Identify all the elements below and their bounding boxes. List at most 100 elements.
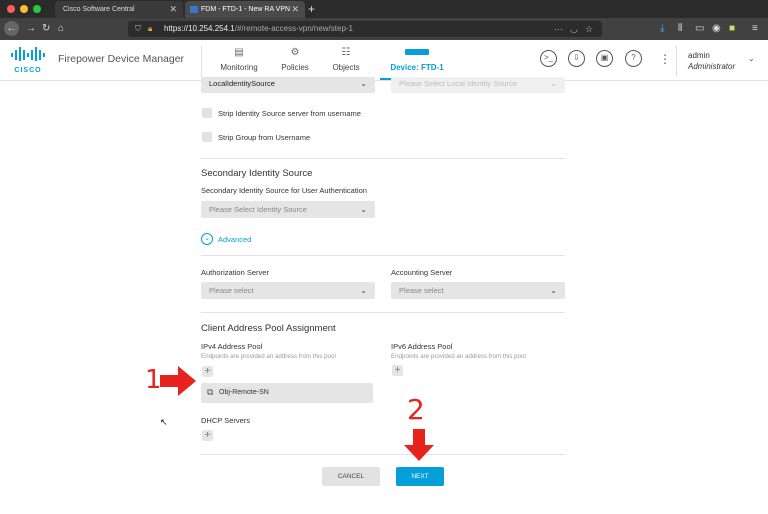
- authorization-server-select[interactable]: Please select ⌄: [201, 282, 375, 299]
- url-path: /#/remote-access-vpn/new/step-1: [234, 24, 354, 33]
- close-window-button[interactable]: [7, 5, 15, 13]
- cancel-button[interactable]: CANCEL: [322, 467, 380, 486]
- browser-tab-cisco-software-central[interactable]: Cisco Software Central ✕: [55, 1, 183, 18]
- dhcp-servers-label: DHCP Servers: [201, 416, 251, 425]
- header-divider: [201, 46, 202, 76]
- add-ipv6-pool-button[interactable]: +: [392, 365, 403, 376]
- tab-label: FDM - FTD-1 - New RA VPN: [201, 6, 291, 13]
- right-arrow-icon: [160, 366, 196, 396]
- nav-label: Device: FTD-1: [390, 63, 444, 72]
- chevron-down-icon: ⌄: [360, 79, 367, 88]
- strip-identity-source-label: Strip Identity Source server from userna…: [218, 109, 361, 118]
- cli-console-button[interactable]: >_: [540, 50, 557, 67]
- sidebar-icon[interactable]: ▭: [695, 22, 704, 36]
- select-placeholder: Please Select Identity Source: [209, 205, 307, 214]
- next-button[interactable]: NEXT: [396, 467, 444, 486]
- chevron-down-icon: ⌄: [550, 79, 557, 88]
- nav-monitoring[interactable]: ▤ Monitoring: [214, 46, 264, 80]
- network-object-icon: ⧉: [207, 387, 214, 397]
- browser-tab-fdm[interactable]: FDM - FTD-1 - New RA VPN ✕: [185, 1, 305, 18]
- nav-label: Policies: [281, 63, 309, 72]
- app-title: Firepower Device Manager: [58, 53, 185, 65]
- browser-titlebar: Cisco Software Central ✕ FDM - FTD-1 - N…: [0, 0, 768, 18]
- add-dhcp-server-button[interactable]: +: [202, 430, 213, 441]
- section-divider: [201, 312, 565, 313]
- section-divider: [201, 158, 565, 159]
- add-ipv4-pool-button[interactable]: +: [202, 366, 213, 377]
- nav-policies[interactable]: ⚙ Policies: [275, 46, 315, 80]
- close-icon[interactable]: ✕: [169, 1, 177, 18]
- menu-icon[interactable]: ≡: [752, 22, 758, 36]
- back-icon[interactable]: ←: [4, 21, 19, 36]
- forward-icon[interactable]: →: [26, 22, 36, 36]
- client-address-pool-heading: Client Address Pool Assignment: [201, 323, 336, 334]
- tasks-button[interactable]: ▣: [596, 50, 613, 67]
- ipv4-pool-label: IPv4 Address Pool: [201, 342, 263, 351]
- new-tab-icon[interactable]: +: [308, 1, 315, 17]
- select-value: LocalIdentitySource: [209, 79, 275, 88]
- nav-label: Objects: [332, 63, 360, 72]
- nav-device[interactable]: Device: FTD-1: [380, 46, 454, 80]
- accounting-server-select[interactable]: Please select ⌄: [391, 282, 565, 299]
- advanced-link[interactable]: Advanced: [218, 235, 251, 244]
- secondary-identity-heading: Secondary Identity Source: [201, 168, 313, 179]
- chevron-down-icon: ⌄: [360, 205, 367, 214]
- chip-label: Obj-Remote-SN: [219, 389, 269, 396]
- bookmark-star-icon[interactable]: ☆: [585, 21, 593, 37]
- more-options-icon[interactable]: ⋮: [659, 50, 671, 68]
- address-bar[interactable]: ⛉ 🔒︎ https://10.254.254.1/#/remote-acces…: [128, 21, 602, 37]
- deploy-button[interactable]: ⇩: [568, 50, 585, 67]
- strip-identity-source-checkbox[interactable]: [202, 108, 212, 118]
- primary-identity-source-select[interactable]: LocalIdentitySource ⌄: [201, 77, 375, 93]
- accounting-server-label: Accounting Server: [391, 268, 453, 277]
- objects-icon: ☷: [341, 47, 351, 58]
- user-role: Administrator: [688, 62, 736, 71]
- section-divider: [201, 454, 565, 455]
- select-placeholder: Please select: [209, 286, 254, 295]
- maximize-window-button[interactable]: [33, 5, 41, 13]
- url-text: https://10.254.254.1/#/remote-access-vpn…: [164, 21, 353, 37]
- select-placeholder: Please Select Local Identity Source: [399, 79, 517, 88]
- main-content: LocalIdentitySource ⌄ Please Select Loca…: [0, 77, 768, 514]
- more-icon[interactable]: ···: [554, 21, 563, 37]
- monitoring-icon: ▤: [234, 47, 244, 58]
- download-icon[interactable]: ⤓: [660, 22, 664, 36]
- ipv4-pool-hint: Endpoints are provided an address from t…: [201, 353, 336, 360]
- close-icon[interactable]: ✕: [291, 1, 299, 18]
- chevron-down-icon: ⌄: [550, 286, 557, 295]
- select-placeholder: Please select: [399, 286, 444, 295]
- nav-objects[interactable]: ☷ Objects: [326, 46, 366, 80]
- app-header: CISCO Firepower Device Manager ▤ Monitor…: [0, 40, 768, 81]
- cisco-logo: CISCO: [10, 47, 46, 74]
- library-icon[interactable]: ⫴: [678, 22, 682, 36]
- secondary-identity-label: Secondary Identity Source for User Authe…: [201, 186, 367, 195]
- ipv4-pool-object-chip[interactable]: ⧉ Obj-Remote-SN: [201, 383, 373, 403]
- lock-warning-icon: 🔒︎: [148, 24, 153, 33]
- url-host: https://10.254.254.1: [164, 24, 235, 33]
- nav-label: Monitoring: [220, 63, 258, 72]
- policies-icon: ⚙: [290, 47, 300, 58]
- reload-icon[interactable]: ↻: [42, 22, 50, 36]
- account-icon[interactable]: ◉: [712, 22, 721, 36]
- chevron-down-icon: ⌄: [360, 286, 367, 295]
- pocket-icon[interactable]: ◡: [570, 21, 578, 37]
- extension-icon[interactable]: ■: [729, 22, 735, 36]
- strip-group-checkbox[interactable]: [202, 132, 212, 142]
- section-divider: [201, 255, 565, 256]
- down-arrow-icon: [404, 429, 434, 461]
- home-icon[interactable]: ⌂: [58, 22, 64, 36]
- minimize-window-button[interactable]: [20, 5, 28, 13]
- ipv6-pool-label: IPv6 Address Pool: [391, 342, 453, 351]
- step-2-annotation: 2: [407, 393, 425, 426]
- favicon-icon: [190, 6, 198, 13]
- ipv6-pool-hint: Endpoints are provided an address from t…: [391, 353, 526, 360]
- local-identity-source-select: Please Select Local Identity Source ⌄: [391, 77, 565, 93]
- help-button[interactable]: ?: [625, 50, 642, 67]
- chevron-down-icon[interactable]: ⌄: [748, 54, 755, 63]
- secondary-identity-select[interactable]: Please Select Identity Source ⌄: [201, 201, 375, 218]
- device-icon: [380, 46, 454, 60]
- expand-advanced-icon[interactable]: ⌄: [201, 233, 213, 245]
- browser-navbar: ← → ↻ ⌂ ⛉ 🔒︎ https://10.254.254.1/#/remo…: [0, 18, 768, 40]
- shield-icon: ⛉: [135, 24, 141, 33]
- cisco-logo-text: CISCO: [14, 67, 42, 74]
